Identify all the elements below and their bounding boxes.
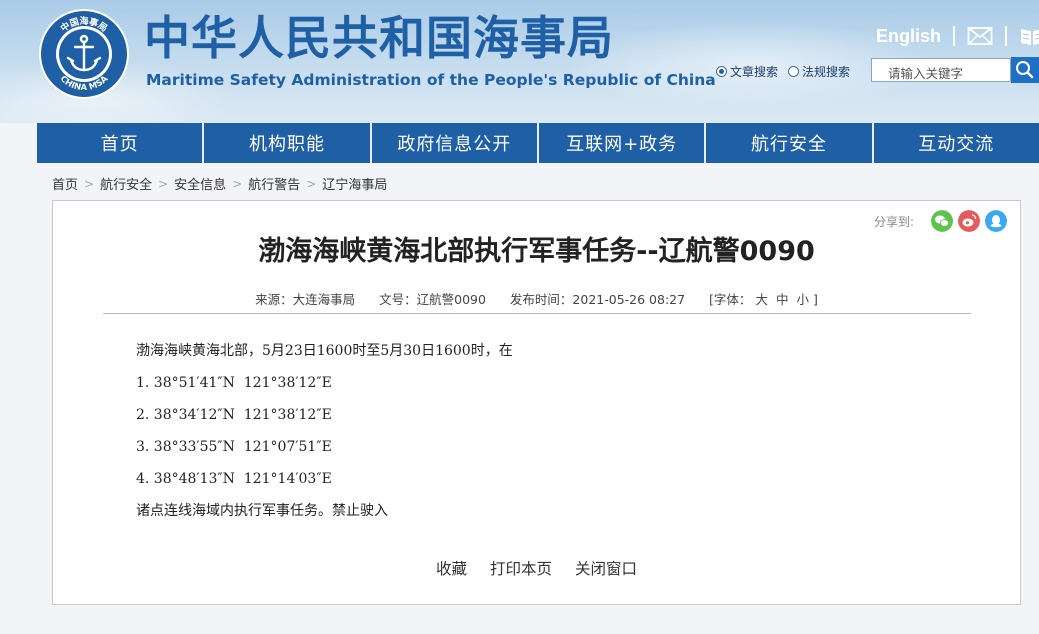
coordinate-line: 2. 38°34′12″N 121°38′12″E: [136, 407, 332, 423]
chevron-right-icon: >: [306, 176, 317, 191]
article-paragraph: 诸点连线海域内执行军事任务。禁止驶入: [136, 503, 388, 519]
site-title-cn: 中华人民共和国海事局: [144, 11, 614, 65]
font-size-close: ]: [812, 292, 818, 307]
breadcrumb-item[interactable]: 安全信息: [174, 174, 226, 193]
font-size-label: [字体：: [709, 292, 752, 307]
search-option-article[interactable]: 文章搜索: [716, 63, 778, 80]
font-size-small[interactable]: 小: [796, 292, 809, 307]
breadcrumb-item[interactable]: 航行警告: [248, 174, 300, 193]
search-option-label: 文章搜索: [730, 65, 779, 79]
article-doc-number: 文号：辽航警0090: [379, 292, 486, 307]
divider: [1005, 26, 1008, 46]
article-title: 渤海海峡黄海北部执行军事任务--辽航警0090: [258, 236, 815, 267]
search-input[interactable]: 请输入关键字: [871, 58, 1011, 82]
search-option-label: 法规搜索: [802, 65, 851, 79]
font-size-control: [字体：大中小]: [709, 292, 818, 307]
share-label: 分享到:: [873, 214, 914, 229]
radio-selected[interactable]: [716, 66, 727, 77]
favorite-link[interactable]: 收藏: [436, 560, 467, 578]
chevron-right-icon: >: [158, 176, 169, 191]
article-panel: 分享到: 渤海海峡黄海北部执行军事任务--辽航警0090 来源：大连海事局 文号…: [52, 200, 1021, 605]
nav-item-navigation-safety[interactable]: 航行安全: [706, 123, 874, 163]
main-nav: 首页 机构职能 政府信息公开 互联网+政务 航行安全 互动交流: [37, 123, 1039, 163]
search-options: 文章搜索 法规搜索: [716, 63, 860, 80]
coordinate-line: 4. 38°48′13″N 121°14′03″E: [136, 471, 332, 487]
chevron-right-icon: >: [84, 176, 95, 191]
mail-icon[interactable]: [967, 25, 993, 47]
nav-item-functions[interactable]: 机构职能: [204, 123, 372, 163]
breadcrumb-item[interactable]: 航行安全: [100, 174, 152, 193]
nav-item-home[interactable]: 首页: [37, 123, 205, 163]
site-header: 中国海事局 CHINA MSA 中华人民共和国海事局 Maritime Safe…: [0, 0, 1039, 123]
msa-logo[interactable]: 中国海事局 CHINA MSA: [38, 8, 130, 100]
article-meta: 来源：大连海事局 文号：辽航警0090 发布时间：2021-05-26 08:2…: [53, 289, 1020, 308]
article-publish-time: 发布时间：2021-05-26 08:27: [509, 292, 686, 307]
breadcrumb-item[interactable]: 首页: [52, 174, 78, 193]
search-icon: [1016, 61, 1034, 79]
article-paragraph: 渤海海峡黄海北部，5月23日1600时至5月30日1600时，在: [136, 343, 513, 359]
english-link[interactable]: English: [876, 26, 941, 47]
top-links: English: [876, 22, 1039, 50]
nav-item-internet-gov[interactable]: 互联网+政务: [538, 123, 707, 163]
book-icon[interactable]: [1019, 25, 1039, 47]
breadcrumb-item[interactable]: 辽宁海事局: [322, 174, 387, 193]
nav-item-gov-info[interactable]: 政府信息公开: [371, 123, 539, 163]
coordinate-line: 1. 38°51′41″N 121°38′12″E: [136, 375, 332, 391]
article-actions: 收藏 打印本页 关闭窗口: [53, 557, 1020, 579]
site-title-en: Maritime Safety Administration of the Pe…: [146, 71, 716, 89]
close-window-link[interactable]: 关闭窗口: [575, 560, 637, 578]
search-option-regulation[interactable]: 法规搜索: [788, 63, 850, 80]
breadcrumb: 首页 > 航行安全 > 安全信息 > 航行警告 > 辽宁海事局: [52, 174, 387, 194]
article-body: 渤海海峡黄海北部，5月23日1600时至5月30日1600时，在 1. 38°5…: [136, 341, 513, 533]
coordinate-line: 3. 38°33′55″N 121°07′51″E: [136, 439, 332, 455]
divider: [953, 26, 956, 46]
font-size-large[interactable]: 大: [755, 292, 768, 307]
search-button[interactable]: [1011, 57, 1039, 83]
print-link[interactable]: 打印本页: [490, 560, 552, 578]
font-size-medium[interactable]: 中: [776, 292, 789, 307]
article-source: 来源：大连海事局: [255, 292, 356, 307]
chevron-right-icon: >: [232, 176, 243, 191]
radio-unselected[interactable]: [788, 66, 800, 77]
divider-line: [103, 313, 971, 314]
nav-item-interaction[interactable]: 互动交流: [873, 123, 1039, 163]
